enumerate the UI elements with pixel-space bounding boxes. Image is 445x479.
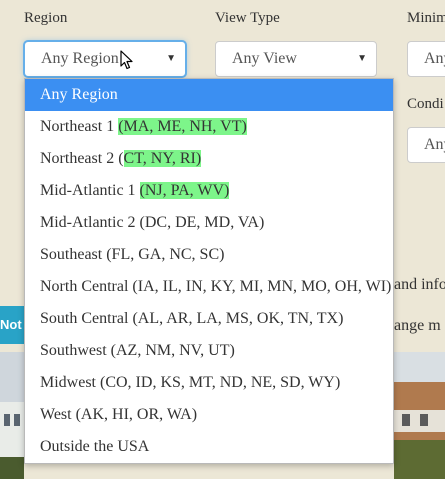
minimum-select[interactable]: Any (407, 41, 445, 77)
option-southwest[interactable]: Southwest (AZ, NM, NV, UT) (25, 335, 393, 367)
background-text-line2: ange m (394, 317, 441, 334)
condition-select-value: Any (424, 136, 445, 153)
region-select-value: Any Region (41, 50, 119, 67)
option-outside-usa[interactable]: Outside the USA (25, 431, 393, 463)
minimum-select-value: Any (424, 50, 445, 67)
minimum-label: Minim (407, 10, 445, 26)
view-type-select-value: Any View (232, 50, 297, 67)
view-type-label: View Type (215, 10, 280, 26)
option-north-central[interactable]: North Central (IA, IL, IN, KY, MI, MN, M… (25, 271, 393, 303)
mouse-pointer-icon (120, 50, 133, 70)
option-northeast-1[interactable]: Northeast 1 (MA, ME, NH, VT) (25, 111, 393, 143)
option-south-central[interactable]: South Central (AL, AR, LA, MS, OK, TN, T… (25, 303, 393, 335)
option-any-region[interactable]: Any Region (25, 79, 393, 111)
region-select[interactable]: Any Region ▼ (24, 41, 186, 77)
caret-down-icon: ▼ (166, 53, 176, 64)
option-mid-atlantic-2[interactable]: Mid-Atlantic 2 (DC, DE, MD, VA) (25, 207, 393, 239)
house-photo-right (394, 352, 445, 479)
option-midwest[interactable]: Midwest (CO, ID, KS, MT, ND, NE, SD, WY) (25, 367, 393, 399)
option-northeast-2[interactable]: Northeast 2 (CT, NY, RI) (25, 143, 393, 175)
caret-down-icon: ▼ (357, 53, 367, 64)
listing-photo-right[interactable] (394, 352, 445, 479)
option-mid-atlantic-1[interactable]: Mid-Atlantic 1 (NJ, PA, WV) (25, 175, 393, 207)
option-southeast[interactable]: Southeast (FL, GA, NC, SC) (25, 239, 393, 271)
background-text-line1: and info (394, 276, 445, 293)
condition-label: Condi (407, 96, 444, 112)
view-type-select[interactable]: Any View ▼ (215, 41, 377, 77)
condition-select[interactable]: Any (407, 127, 445, 163)
status-badge: Not (0, 306, 26, 344)
region-label: Region (24, 10, 68, 26)
listing-photo-left[interactable] (0, 352, 24, 479)
option-west[interactable]: West (AK, HI, OR, WA) (25, 399, 393, 431)
region-dropdown-list[interactable]: Any Region Northeast 1 (MA, ME, NH, VT) … (24, 78, 394, 464)
house-photo-left (0, 352, 24, 479)
